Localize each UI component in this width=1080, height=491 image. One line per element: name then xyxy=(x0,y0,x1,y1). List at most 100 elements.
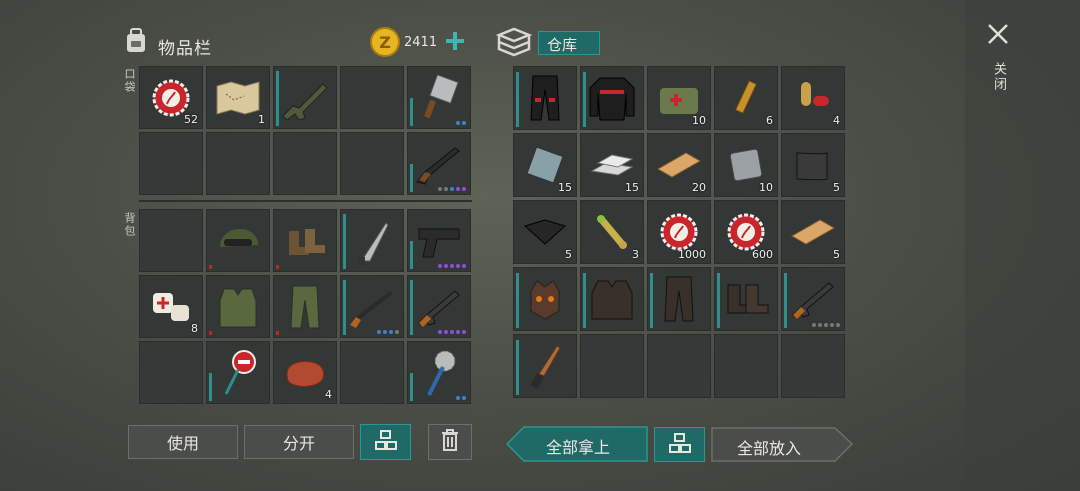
storage-item-slot[interactable] xyxy=(580,267,644,331)
storage-tab[interactable]: 仓库 xyxy=(538,31,600,55)
biker-jacket-icon xyxy=(581,67,643,129)
storage-item-slot[interactable] xyxy=(513,334,577,398)
cleaver-icon xyxy=(408,67,470,128)
storage-item-slot[interactable]: 5 xyxy=(781,133,845,197)
pocket-item-slot[interactable] xyxy=(273,66,337,129)
pocket-item-slot[interactable]: 52 xyxy=(139,66,203,129)
backpack-item-slot[interactable] xyxy=(206,209,270,272)
backpack-item-slot[interactable] xyxy=(340,209,404,272)
armored-vest-icon xyxy=(581,268,643,330)
storage-item-slot[interactable]: 600 xyxy=(714,200,778,264)
empty-slot[interactable] xyxy=(647,334,711,398)
discard-button[interactable] xyxy=(428,424,472,460)
storage-item-slot[interactable]: 5 xyxy=(781,200,845,264)
backpack-item-slot[interactable] xyxy=(407,275,471,338)
put-all-label: 全部放入 xyxy=(737,439,802,458)
storage-item-slot[interactable] xyxy=(714,267,778,331)
add-coins-icon[interactable] xyxy=(444,30,466,52)
backpack-item-slot[interactable] xyxy=(340,275,404,338)
empty-slot[interactable] xyxy=(714,334,778,398)
close-label[interactable]: 关闭 xyxy=(989,62,1008,92)
storage-item-slot[interactable]: 15 xyxy=(513,133,577,197)
empty-slot[interactable] xyxy=(340,132,404,195)
assault-rifle-icon xyxy=(274,67,336,128)
storage-item-slot[interactable]: 20 xyxy=(647,133,711,197)
put-all-button[interactable]: 全部放入 xyxy=(711,427,853,462)
item-count: 5 xyxy=(565,248,572,261)
storage-item-slot[interactable] xyxy=(781,267,845,331)
boots-icon xyxy=(274,210,336,271)
trash-icon xyxy=(441,428,459,456)
backpack-item-slot[interactable] xyxy=(273,275,337,338)
empty-slot[interactable] xyxy=(206,132,270,195)
pocket-item-slot[interactable]: 1 xyxy=(206,66,270,129)
storage-item-slot[interactable]: 15 xyxy=(580,133,644,197)
storage-item-slot[interactable]: 5 xyxy=(513,200,577,264)
pocket-grid: 52 1 xyxy=(139,66,471,195)
take-all-button[interactable]: 全部拿上 xyxy=(506,426,648,462)
close-icon[interactable] xyxy=(986,22,1010,46)
take-all-label: 全部拿上 xyxy=(546,438,611,457)
storage-item-slot[interactable]: 6 xyxy=(714,66,778,130)
empty-slot[interactable] xyxy=(139,341,203,404)
item-count: 6 xyxy=(766,114,773,127)
item-count: 8 xyxy=(191,322,198,335)
item-count: 20 xyxy=(692,181,706,194)
item-count: 4 xyxy=(833,114,840,127)
split-button[interactable]: 分开 xyxy=(244,425,354,459)
pocket-item-slot[interactable] xyxy=(407,66,471,129)
sort-storage-button[interactable] xyxy=(654,427,705,462)
item-count: 10 xyxy=(759,181,773,194)
tactical-vest-icon xyxy=(207,276,269,337)
backpack-item-slot[interactable] xyxy=(407,341,471,404)
empty-slot[interactable] xyxy=(273,132,337,195)
sort-inventory-button[interactable] xyxy=(360,424,411,460)
quality-dots xyxy=(377,330,399,334)
use-button[interactable]: 使用 xyxy=(128,425,238,459)
backpack-item-slot[interactable]: 4 xyxy=(273,341,337,404)
coin-icon: Z xyxy=(370,27,400,57)
item-count: 5 xyxy=(833,181,840,194)
backpack-item-slot[interactable] xyxy=(206,341,270,404)
storage-item-slot[interactable]: 10 xyxy=(647,66,711,130)
item-count: 5 xyxy=(833,248,840,261)
spiked-helmet-icon xyxy=(514,268,576,330)
empty-slot[interactable] xyxy=(340,66,404,129)
storage-item-slot[interactable] xyxy=(580,66,644,130)
quality-dots xyxy=(812,323,840,327)
storage-grid: 10 6 4 15 15 20 10 5 5 3 1000 600 5 xyxy=(513,66,845,406)
backpack-item-slot[interactable] xyxy=(407,209,471,272)
item-count: 600 xyxy=(752,248,773,261)
storage-item-slot[interactable]: 1000 xyxy=(647,200,711,264)
section-divider xyxy=(139,200,472,202)
storage-item-slot[interactable] xyxy=(647,267,711,331)
storage-item-slot[interactable]: 10 xyxy=(714,133,778,197)
item-count: 3 xyxy=(632,248,639,261)
machete-icon xyxy=(341,210,403,271)
empty-slot[interactable] xyxy=(139,132,203,195)
armored-boots-icon xyxy=(715,268,777,330)
ak-rifle-icon xyxy=(782,268,844,330)
backpack-section-label: 背包 xyxy=(123,212,136,238)
sort-grid-icon xyxy=(374,430,397,454)
empty-slot[interactable] xyxy=(139,209,203,272)
saw-mace-icon xyxy=(408,342,470,403)
item-count: 4 xyxy=(325,388,332,401)
empty-slot[interactable] xyxy=(340,341,404,404)
quality-dots xyxy=(438,187,466,191)
rifle-icon xyxy=(341,276,403,337)
storage-item-slot[interactable]: 4 xyxy=(781,66,845,130)
close-panel xyxy=(965,0,1080,491)
ak-rifle-icon xyxy=(408,276,470,337)
empty-slot[interactable] xyxy=(781,334,845,398)
shotgun-icon xyxy=(408,133,470,194)
backpack-item-slot[interactable] xyxy=(273,209,337,272)
storage-item-slot[interactable] xyxy=(513,66,577,130)
pocket-item-slot[interactable] xyxy=(407,132,471,195)
empty-slot[interactable] xyxy=(580,334,644,398)
backpack-item-slot[interactable] xyxy=(206,275,270,338)
storage-item-slot[interactable] xyxy=(513,267,577,331)
backpack-item-slot[interactable]: 8 xyxy=(139,275,203,338)
item-count: 52 xyxy=(184,113,198,126)
storage-item-slot[interactable]: 3 xyxy=(580,200,644,264)
